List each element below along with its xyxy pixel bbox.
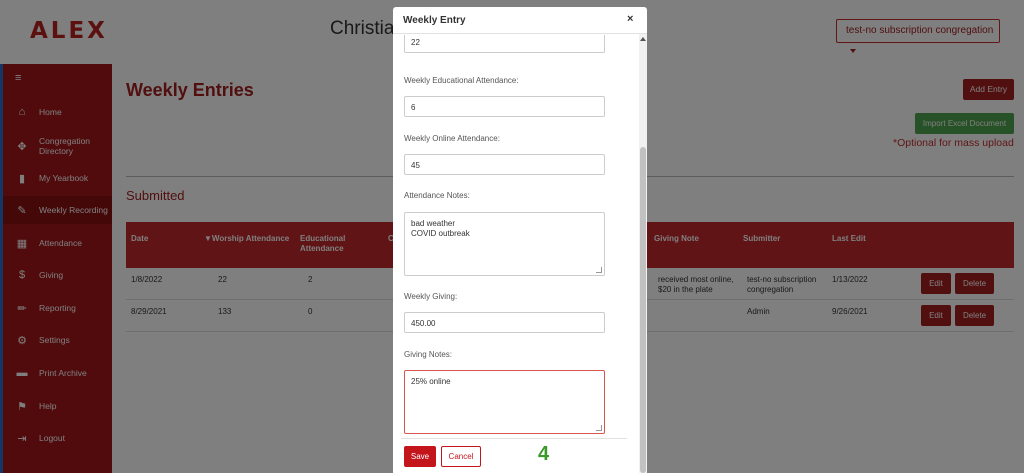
step-number-annotation: 4 [538, 443, 550, 465]
weekly-entry-modal: Weekly Entry × 22 Weekly Educational Att… [393, 7, 647, 473]
resize-grip-icon[interactable] [596, 267, 602, 273]
modal-scrollbar[interactable] [639, 34, 647, 473]
weekly-giving-label: Weekly Giving: [404, 292, 458, 301]
modal-body: 22 Weekly Educational Attendance: 6 Week… [393, 34, 639, 473]
educational-attendance-label: Weekly Educational Attendance: [404, 76, 519, 85]
attendance-notes-line: COVID outbreak [411, 229, 470, 238]
cancel-button[interactable]: Cancel [441, 446, 481, 467]
modal-header: Weekly Entry × [393, 7, 647, 34]
giving-notes-line: 25% online [411, 377, 451, 386]
giving-notes-label: Giving Notes: [404, 350, 453, 359]
scroll-up-icon[interactable] [640, 37, 646, 41]
online-attendance-label: Weekly Online Attendance: [404, 134, 500, 143]
attendance-notes-line: bad weather [411, 219, 456, 228]
save-button[interactable]: Save [404, 446, 436, 467]
attendance-notes-label: Attendance Notes: [404, 191, 470, 200]
modal-footer-divider [401, 438, 627, 439]
online-attendance-input[interactable]: 45 [404, 154, 605, 175]
close-icon[interactable]: × [627, 13, 633, 25]
giving-notes-textarea[interactable]: 25% online [404, 370, 605, 434]
scrollbar-thumb[interactable] [640, 147, 646, 473]
attendance-notes-textarea[interactable]: bad weather COVID outbreak [404, 212, 605, 276]
modal-title: Weekly Entry [403, 15, 466, 26]
educational-attendance-input[interactable]: 6 [404, 96, 605, 117]
resize-grip-icon[interactable] [596, 425, 602, 431]
worship-attendance-input[interactable]: 22 [404, 35, 605, 53]
weekly-giving-input[interactable]: 450.00 [404, 312, 605, 333]
